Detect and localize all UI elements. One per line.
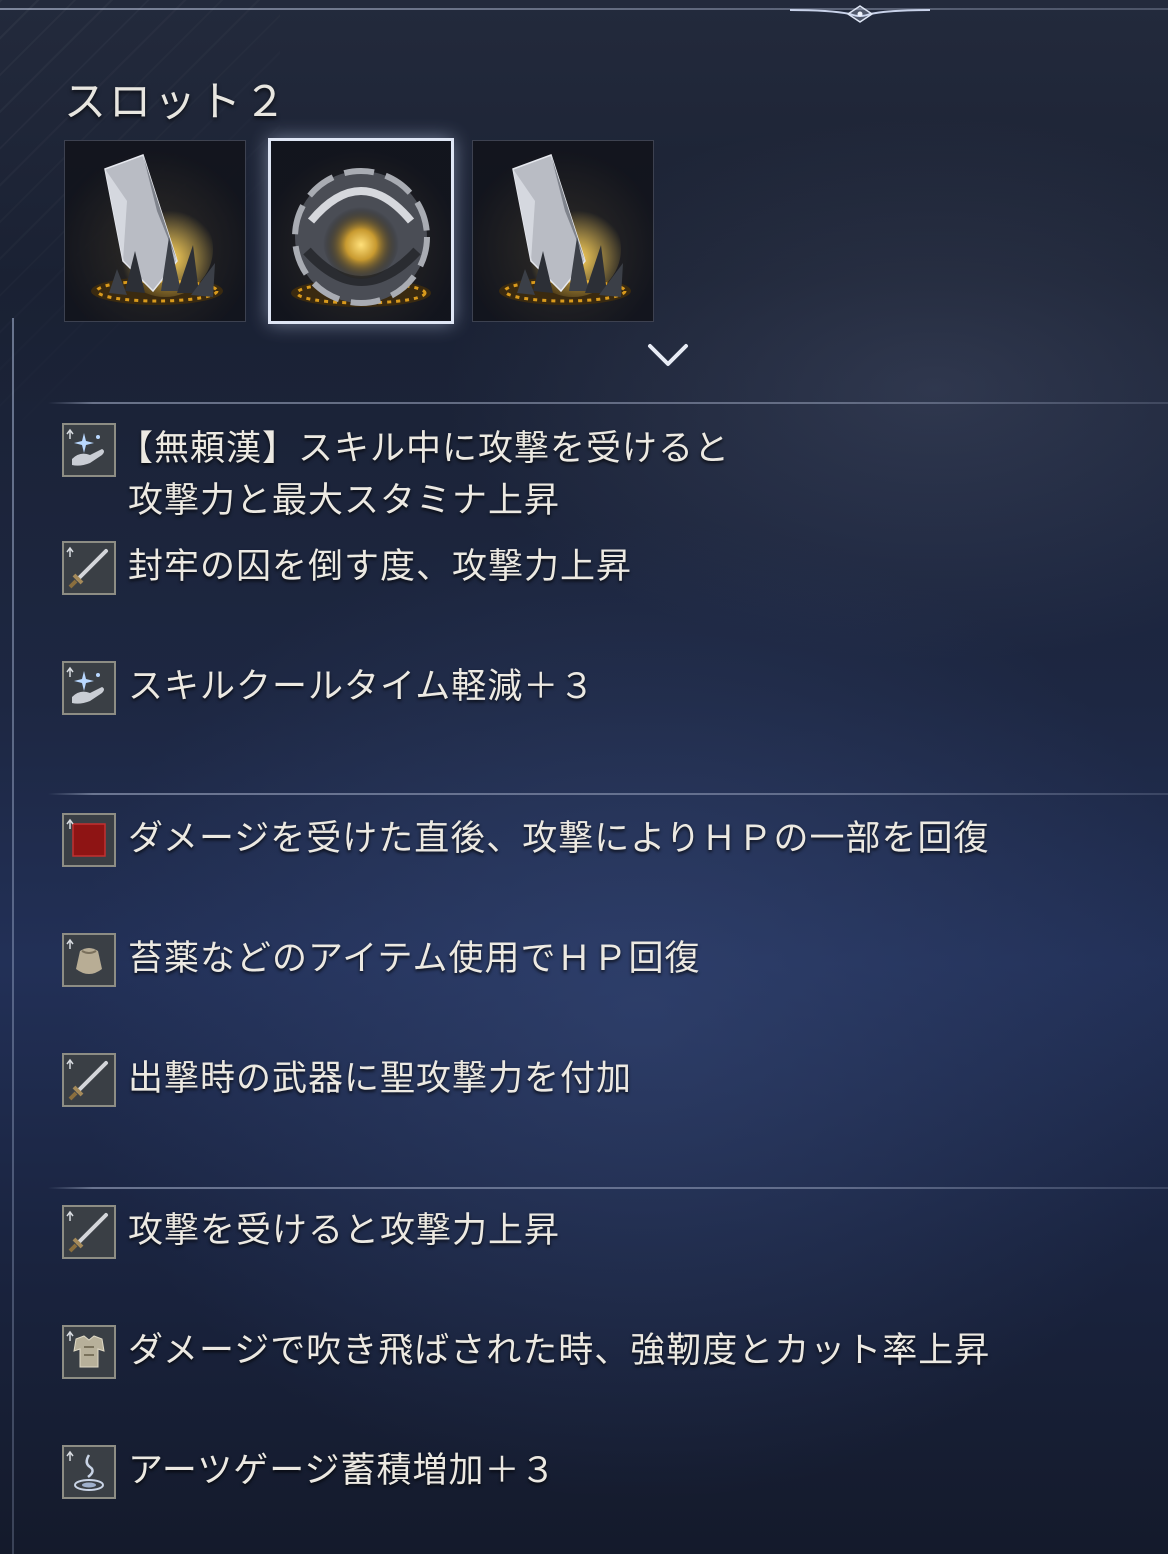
top-border — [0, 8, 1168, 10]
effect-row[interactable]: アーツゲージ蓄積増加＋３ — [62, 1445, 1152, 1499]
effect-line: 攻撃力と最大スタミナ上昇 — [128, 481, 561, 521]
relic-row — [64, 138, 664, 324]
effect-text: 苔薬などのアイテム使用でＨＰ回復 — [128, 939, 701, 979]
divider — [48, 793, 1168, 795]
effect-text: ダメージを受けた直後、攻撃によりＨＰの一部を回復 — [128, 819, 990, 859]
effect-text: スキルクールタイム軽減＋３ — [128, 667, 596, 707]
effect-row[interactable]: 封牢の囚を倒す度、攻撃力上昇 — [62, 541, 1152, 595]
pouch-icon — [62, 933, 116, 987]
skill-hand-icon — [62, 423, 116, 477]
ornament-icon — [790, 5, 930, 23]
effect-text: 攻撃を受けると攻撃力上昇 — [128, 1211, 561, 1251]
effect-text: 【無頼漢】スキル中に攻撃を受けると 攻撃力と最大スタミナ上昇 — [118, 423, 730, 527]
effect-text: ダメージで吹き飛ばされた時、強靭度とカット率上昇 — [128, 1331, 991, 1371]
effect-row[interactable]: ダメージを受けた直後、攻撃によりＨＰの一部を回復 — [62, 813, 1152, 867]
effect-text: 出撃時の武器に聖攻撃力を付加 — [128, 1059, 633, 1099]
sword-icon — [62, 1053, 116, 1107]
sword-icon — [62, 541, 116, 595]
relic-slot-3[interactable] — [472, 140, 654, 322]
skill-hand-icon — [62, 661, 116, 715]
effect-text: アーツゲージ蓄積増加＋３ — [128, 1451, 557, 1491]
divider — [48, 402, 1168, 404]
relic-slot-2[interactable] — [268, 138, 454, 324]
sword-icon — [62, 1205, 116, 1259]
arts-swirl-icon — [62, 1445, 116, 1499]
crystal-relic-icon — [91, 154, 223, 305]
effect-row[interactable]: 苔薬などのアイテム使用でＨＰ回復 — [62, 933, 1152, 987]
effect-row[interactable]: ダメージで吹き飛ばされた時、強靭度とカット率上昇 — [62, 1325, 1152, 1379]
slot-title: スロット２ — [64, 77, 290, 126]
left-rail — [12, 318, 14, 1554]
relic-slot-1[interactable] — [64, 140, 246, 322]
effect-row[interactable]: 出撃時の武器に聖攻撃力を付加 — [62, 1053, 1152, 1107]
divider — [48, 1187, 1168, 1189]
orb-relic-icon — [291, 168, 431, 307]
effect-text: 封牢の囚を倒す度、攻撃力上昇 — [128, 547, 633, 587]
effect-row[interactable]: 【無頼漢】スキル中に攻撃を受けると 攻撃力と最大スタミナ上昇 — [62, 423, 1152, 523]
effect-line: 【無頼漢】スキル中に攻撃を受けると — [118, 429, 731, 469]
effect-row[interactable]: スキルクールタイム軽減＋３ — [62, 661, 1152, 715]
effect-row[interactable]: 攻撃を受けると攻撃力上昇 — [62, 1205, 1152, 1259]
red-square-icon — [62, 813, 116, 867]
armor-icon — [62, 1325, 116, 1379]
chevron-down-icon[interactable] — [646, 338, 690, 374]
relic-slot-panel: スロット２ 【無頼漢】スキル中に攻撃を受けると 攻撃力と最大スタミナ上昇 封牢の… — [0, 0, 1168, 1554]
crystal-relic-icon — [499, 154, 631, 305]
